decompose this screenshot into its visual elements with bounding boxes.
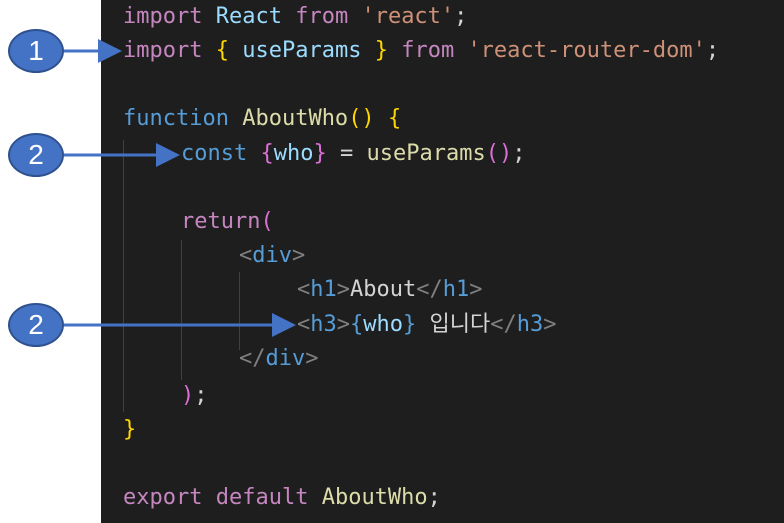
callout-badge-3: 2	[8, 303, 64, 347]
callout-number: 2	[28, 139, 44, 170]
callout-number: 1	[28, 35, 44, 66]
annotation-arrows	[64, 39, 296, 337]
callout-badge-1: 1	[8, 29, 64, 73]
callout-number: 2	[28, 309, 44, 340]
callout-badge-2: 2	[8, 133, 64, 177]
